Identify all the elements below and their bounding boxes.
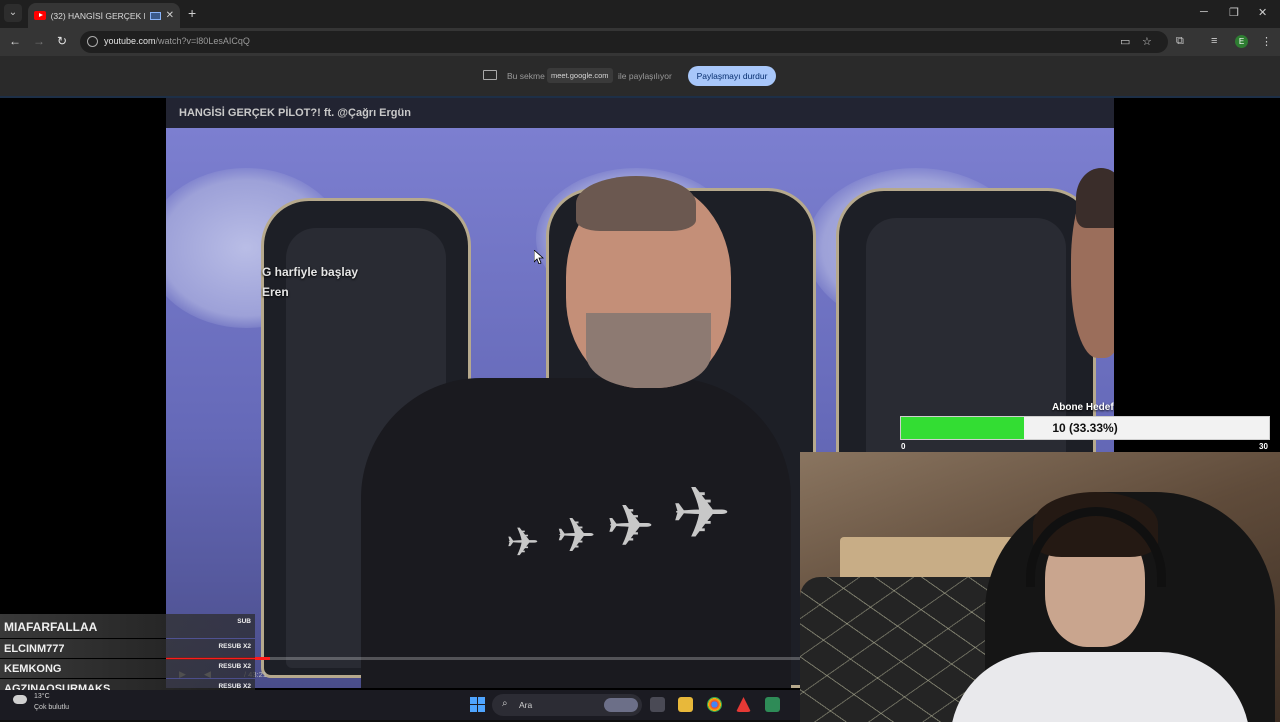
file-explorer-icon[interactable]	[678, 697, 693, 712]
search-placeholder: Ara	[519, 700, 533, 710]
screen-share-icon	[483, 70, 497, 80]
sub-goal-max: 30	[1259, 442, 1268, 451]
youtube-icon	[34, 11, 46, 20]
sub-goal-bar: 10 (33.33%)	[900, 416, 1270, 440]
minimize-button[interactable]: ─	[1200, 6, 1208, 18]
taskbar: 13°C Çok bulutlu ⌕ Ara	[0, 690, 800, 720]
url-text: youtube.com/watch?v=l80LesAICqQ	[104, 36, 250, 46]
webcam-feed	[800, 452, 1280, 722]
reload-button[interactable]: ↻	[57, 34, 67, 48]
menu-icon[interactable]: ⋮	[1261, 35, 1272, 48]
forward-button[interactable]: →	[33, 34, 45, 48]
event-row: KEMKONG RESUB X2	[0, 659, 255, 678]
cloud-icon	[13, 695, 27, 704]
tab-search-icon[interactable]: ⌄	[4, 4, 22, 22]
app-green-icon[interactable]	[765, 697, 780, 712]
video-title: HANGİSİ GERÇEK PİLOT?! ft. @Çağrı Ergün	[179, 107, 411, 119]
event-type: RESUB X2	[218, 643, 251, 650]
back-button[interactable]: ←	[9, 34, 21, 48]
tab-close-icon[interactable]: ✕	[166, 10, 174, 21]
event-row: ELCINM777 RESUB X2	[0, 639, 255, 658]
event-user: MIAFARFALLAA	[4, 620, 98, 634]
event-type: SUB	[237, 618, 251, 625]
sub-goal-value: 10 (33.33%)	[1052, 421, 1118, 435]
share-suffix-text: ile paylaşılıyor	[618, 71, 672, 81]
search-icon: ⌕	[502, 698, 508, 709]
site-info-icon[interactable]	[87, 36, 98, 47]
address-bar[interactable]: youtube.com/watch?v=l80LesAICqQ ▭ ☆	[80, 31, 1168, 53]
weather-temperature: 13°C	[34, 693, 50, 700]
event-type: RESUB X2	[218, 663, 251, 670]
weather-description: Çok bulutlu	[34, 704, 70, 711]
extensions-icon[interactable]: ⧉	[1176, 35, 1184, 48]
event-list: MIAFARFALLAA SUB ELCINM777 RESUB X2 KEMK…	[0, 614, 255, 698]
search-highlight-icon	[604, 698, 638, 712]
browser-toolbar: ← → ↻ youtube.com/watch?v=l80LesAICqQ ▭ …	[0, 28, 1280, 56]
share-domain: meet.google.com	[547, 68, 613, 83]
tab-title: (32) HANGİSİ GERÇEK PİLOT?! ft. @Çağrı E…	[50, 10, 145, 21]
mouse-cursor-icon	[534, 250, 544, 264]
profile-avatar[interactable]: E	[1235, 35, 1248, 48]
sub-goal-label: Abone Hedef	[1052, 402, 1114, 413]
cast-icon[interactable]: ▭	[1120, 35, 1130, 48]
media-controls-icon[interactable]: ≡	[1211, 35, 1217, 47]
taskbar-search[interactable]: ⌕ Ara	[492, 694, 642, 716]
bookmark-star-icon[interactable]: ☆	[1142, 35, 1152, 48]
chat-message: G harfiyle başlay Eren	[262, 265, 359, 299]
event-user: KEMKONG	[4, 663, 62, 675]
new-tab-button[interactable]: +	[188, 5, 196, 21]
close-button[interactable]: ✕	[1258, 6, 1267, 19]
event-row: MIAFARFALLAA SUB	[0, 614, 255, 638]
sharing-indicator-icon	[149, 11, 161, 20]
sub-goal-min: 0	[901, 442, 906, 451]
stop-sharing-button[interactable]: Paylaşmayı durdur	[688, 66, 776, 86]
maximize-button[interactable]: ❐	[1229, 6, 1239, 19]
video-title-bar: HANGİSİ GERÇEK PİLOT?! ft. @Çağrı Ergün	[166, 98, 1114, 128]
browser-tab[interactable]: (32) HANGİSİ GERÇEK PİLOT?! ft. @Çağrı E…	[28, 3, 180, 28]
app-red-icon[interactable]	[736, 697, 751, 712]
tab-strip: ⌄ (32) HANGİSİ GERÇEK PİLOT?! ft. @Çağrı…	[0, 0, 1280, 28]
windows-start-button[interactable]	[470, 697, 485, 712]
event-type: RESUB X2	[218, 683, 251, 690]
share-prefix-text: Bu sekme	[507, 71, 545, 81]
tab-sharing-bar: Bu sekme meet.google.com ile paylaşılıyo…	[0, 56, 1280, 96]
task-view-icon[interactable]	[650, 697, 665, 712]
event-user: ELCINM777	[4, 643, 65, 655]
chrome-icon[interactable]	[707, 697, 722, 712]
